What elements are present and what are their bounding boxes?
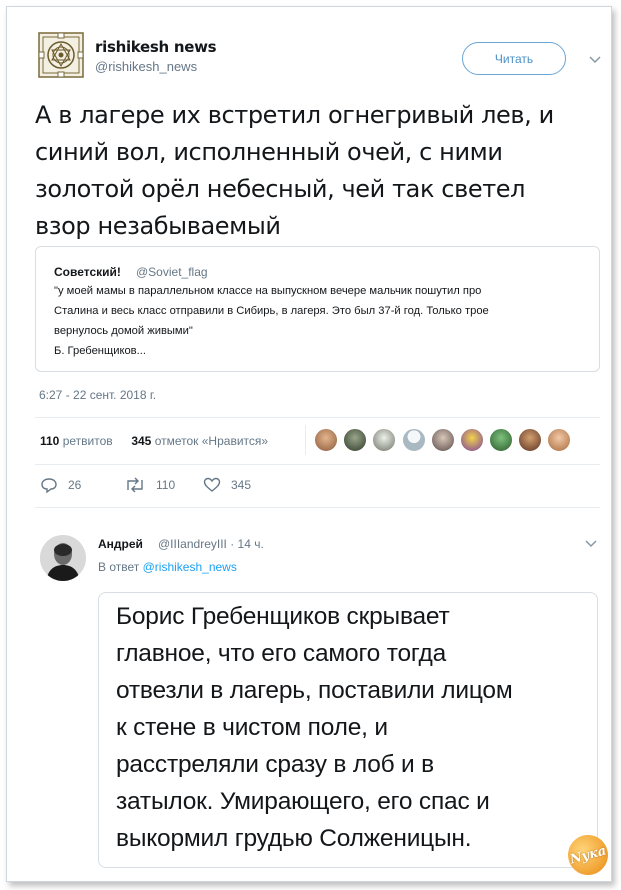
chevron-down-icon[interactable] (584, 537, 598, 551)
quoted-text-line: "у моей мамы в параллельном классе на вы… (54, 285, 482, 297)
reply-text-line: к стене в чистом поле, и (116, 714, 388, 741)
avatar[interactable] (40, 535, 86, 581)
engagement-stats: 110 ретвитов 345 отметок «Нравится» (40, 434, 268, 448)
divider (305, 425, 306, 455)
reply-text-line: отвезли в лагерь, поставили лицом (116, 677, 513, 704)
reply-icon (41, 478, 57, 493)
avatar[interactable] (372, 428, 396, 452)
retweets-count[interactable]: 110 (40, 434, 59, 448)
tweet-screenshot: rishikesh news @rishikesh_news Читать А … (6, 6, 612, 882)
divider (35, 464, 600, 465)
reply-text-line: выкормил грудью Солженицын. (116, 825, 472, 852)
quoted-text-line: вернулось домой живыми" (54, 325, 193, 337)
like-button[interactable]: 345 (203, 477, 251, 493)
retweets-label[interactable]: ретвитов (63, 434, 113, 448)
quoted-text-line: Б. Гребенщиков... (54, 345, 146, 357)
avatar[interactable] (314, 428, 338, 452)
avatar[interactable] (343, 428, 367, 452)
reply-author-handle[interactable]: @IIIandreyIII · 14 ч. (158, 537, 264, 551)
chevron-down-icon[interactable] (588, 53, 602, 67)
avatar[interactable] (547, 428, 571, 452)
tweet-header: rishikesh news @rishikesh_news Читать (7, 7, 611, 87)
reply-to-handle[interactable]: @rishikesh_news (143, 560, 237, 574)
retweet-count: 110 (156, 478, 176, 492)
tweet-text-line: взор незабываемый (35, 212, 281, 240)
avatar[interactable] (431, 428, 455, 452)
avatar[interactable] (518, 428, 542, 452)
divider (35, 507, 600, 508)
quoted-author-name: Советский! (54, 265, 121, 279)
heart-icon (203, 477, 221, 492)
divider (35, 417, 600, 418)
reply-text-card: Борис Гребенщиков скрывает главное, что … (98, 592, 598, 868)
author-handle[interactable]: @rishikesh_news (95, 59, 197, 74)
quoted-author-handle: @Soviet_flag (136, 265, 208, 279)
reply-to-label: В ответ (98, 560, 140, 574)
reply-button[interactable]: 26 (40, 477, 81, 493)
reply-text-line: расстреляли сразу в лоб и в (116, 751, 434, 778)
quoted-tweet[interactable]: Советский! @Soviet_flag "у моей мамы в п… (35, 246, 600, 372)
reply-text-line: Борис Гребенщиков скрывает (116, 603, 450, 630)
avatar[interactable] (460, 428, 484, 452)
mandala-logo-icon[interactable] (37, 31, 85, 79)
like-count: 345 (231, 478, 252, 492)
retweet-icon (127, 477, 143, 493)
tweet-text-line: синий вол, исполненный очей, с ними (35, 138, 503, 166)
reply-text-line: затылок. Умирающего, его спас и (116, 788, 490, 815)
quoted-text-line: Сталина и весь класс отправили в Сибирь,… (54, 305, 489, 317)
tweet-text-line: А в лагере их встретил огнегривый лев, и (35, 101, 554, 129)
reply-to: В ответ @rishikesh_news (98, 560, 237, 574)
tweet-timestamp[interactable]: 6:27 - 22 сент. 2018 г. (39, 388, 156, 402)
retweet-button[interactable]: 110 (124, 477, 175, 493)
reply-author-name[interactable]: Андрей (98, 537, 143, 551)
tweet-text: А в лагере их встретил огнегривый лев, и… (35, 97, 575, 245)
avatar[interactable] (489, 428, 513, 452)
tweet-text-line: золотой орёл небесный, чей так светел (35, 175, 526, 203)
reply-count: 26 (68, 478, 82, 492)
author-name[interactable]: rishikesh news (95, 38, 217, 56)
reply-text-line: главное, что его самого тогда (116, 640, 447, 667)
watermark-text: Nука (568, 842, 608, 868)
likes-count[interactable]: 345 (131, 434, 151, 448)
avatar[interactable] (402, 428, 426, 452)
likes-label[interactable]: отметок «Нравится» (155, 434, 268, 448)
follow-button[interactable]: Читать (462, 42, 566, 75)
